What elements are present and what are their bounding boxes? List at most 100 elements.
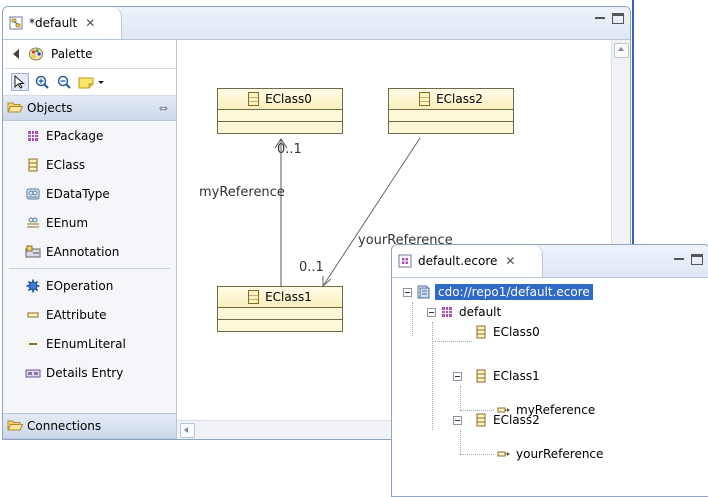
tree-guide — [432, 322, 433, 430]
pin-drawer-icon[interactable]: ⇔ — [159, 102, 168, 115]
epackage-icon — [25, 128, 41, 144]
attributes-compartment — [389, 110, 513, 122]
maximize-icon[interactable] — [691, 254, 703, 265]
collapse-icon[interactable] — [453, 371, 462, 381]
palette-item-label: EAttribute — [46, 307, 107, 322]
diagram-file-icon — [9, 16, 23, 30]
ecore-file-icon — [398, 254, 412, 268]
eclass-icon — [419, 92, 431, 106]
palette-item-eoperation[interactable]: EOperation — [3, 271, 176, 300]
tree-node-label: cdo://repo1/default.ecore — [435, 284, 593, 300]
multiplicity-label: 0..1 — [277, 142, 302, 157]
eclass-node-eclass1[interactable]: EClass1 — [217, 286, 343, 332]
palette-panel: Palette Objects ⇔ EPackage EClass EDataT… — [3, 40, 177, 439]
zoom-in-icon[interactable] — [33, 73, 51, 91]
palette-item-epackage[interactable]: EPackage — [3, 121, 176, 150]
eenum-icon — [25, 215, 41, 231]
palette-item-label: EOperation — [46, 278, 114, 293]
scroll-up-icon[interactable] — [614, 43, 629, 58]
connections-drawer-label: Connections — [27, 419, 102, 433]
palette-item-label: EEnum — [46, 215, 89, 230]
tree-guide — [460, 454, 494, 455]
tree-tab-bar: default.ecore ✕ — [392, 245, 708, 278]
palette-item-edatatype[interactable]: EDataType — [3, 179, 176, 208]
palette-title: Palette — [51, 47, 93, 61]
editor-window-controls — [594, 13, 624, 24]
tree-guide — [432, 341, 472, 342]
objects-drawer-label: Objects — [27, 101, 73, 115]
palette-item-label: EDataType — [46, 186, 110, 201]
eclass-icon — [25, 157, 41, 173]
tree-node-yourreference[interactable]: yourReference — [497, 444, 603, 464]
tree-tab-title: default.ecore — [418, 254, 498, 268]
folder-open-icon — [7, 418, 24, 435]
attributes-compartment — [218, 308, 342, 320]
eclass-node-eclass0[interactable]: EClass0 — [217, 88, 343, 134]
connections-drawer[interactable]: Connections — [3, 413, 176, 439]
folder-open-icon — [7, 100, 24, 117]
tree-window-controls — [673, 254, 703, 265]
arrowhead-icon — [322, 276, 332, 288]
tree-node-label: EClass1 — [493, 369, 540, 383]
tree-node-package-default[interactable]: default — [427, 302, 501, 322]
scroll-left-icon[interactable] — [180, 423, 195, 438]
details-entry-icon — [25, 365, 41, 381]
palette-toolbar — [3, 69, 176, 96]
tab-default-diagram[interactable]: *default ✕ — [3, 7, 122, 39]
palette-item-label: EEnumLiteral — [46, 336, 126, 351]
window-border-line — [632, 0, 634, 244]
eclass-icon — [474, 369, 488, 383]
zoom-out-icon[interactable] — [55, 73, 73, 91]
objects-drawer[interactable]: Objects ⇔ — [3, 96, 176, 121]
eannotation-icon — [25, 244, 41, 260]
tree-node-label: EClass2 — [493, 413, 540, 427]
palette-item-details-entry[interactable]: Details Entry — [3, 358, 176, 387]
palette-item-eannotation[interactable]: EAnnotation — [3, 237, 176, 266]
minimize-icon[interactable] — [594, 13, 606, 24]
close-icon[interactable]: ✕ — [505, 254, 515, 268]
palette-item-label: Details Entry — [46, 365, 124, 380]
palette-item-eenum[interactable]: EEnum — [3, 208, 176, 237]
eclass-name: EClass2 — [436, 92, 483, 106]
eclass-icon — [474, 413, 488, 427]
epackage-icon — [440, 305, 454, 319]
collapse-icon[interactable] — [453, 415, 462, 425]
attributes-compartment — [218, 110, 342, 122]
tree-node-label: default — [459, 305, 502, 319]
connections-drawer-container: Connections — [3, 413, 176, 439]
minimize-icon[interactable] — [673, 254, 685, 265]
tab-default-ecore[interactable]: default.ecore ✕ — [392, 245, 543, 277]
tree-guide — [412, 302, 413, 336]
eclass-name: EClass0 — [265, 92, 312, 106]
eoperation-icon — [25, 278, 41, 294]
collapse-palette-icon[interactable] — [13, 49, 19, 59]
palette-item-label: EClass — [46, 157, 86, 172]
tree-node-eclass1[interactable]: EClass1 — [453, 366, 540, 386]
tree-node-eclass0[interactable]: EClass0 — [474, 322, 540, 342]
tree-node-resource[interactable]: cdo://repo1/default.ecore — [403, 282, 593, 302]
maximize-icon[interactable] — [612, 13, 624, 24]
eclass-icon — [474, 325, 488, 339]
tree-node-eclass2[interactable]: EClass2 — [453, 410, 540, 430]
palette-item-label: EAnnotation — [46, 244, 120, 259]
collapse-icon[interactable] — [403, 287, 412, 297]
model-tree: cdo://repo1/default.ecore default EClass… — [392, 278, 708, 461]
select-tool-icon[interactable] — [11, 73, 29, 91]
palette-icon — [29, 47, 43, 61]
close-icon[interactable]: ✕ — [85, 16, 95, 30]
tree-node-label: EClass0 — [493, 325, 540, 339]
palette-item-eenumliteral[interactable]: EEnumLiteral — [3, 329, 176, 358]
note-tool-dropdown[interactable] — [77, 73, 107, 91]
collapse-icon[interactable] — [427, 307, 436, 317]
eclass-icon — [248, 92, 260, 106]
eclass-node-eclass2[interactable]: EClass2 — [388, 88, 514, 134]
multiplicity-label: 0..1 — [299, 260, 324, 275]
palette-item-eattribute[interactable]: EAttribute — [3, 300, 176, 329]
ereference-icon — [497, 447, 511, 461]
ecore-tree-editor-window: default.ecore ✕ cdo://repo1/default.ecor… — [391, 244, 708, 497]
palette-item-label: EPackage — [46, 128, 104, 143]
myreference-label[interactable]: myReference — [199, 185, 285, 200]
resource-file-icon — [416, 285, 430, 299]
palette-item-eclass[interactable]: EClass — [3, 150, 176, 179]
editor-tab-bar: *default ✕ — [3, 7, 630, 40]
